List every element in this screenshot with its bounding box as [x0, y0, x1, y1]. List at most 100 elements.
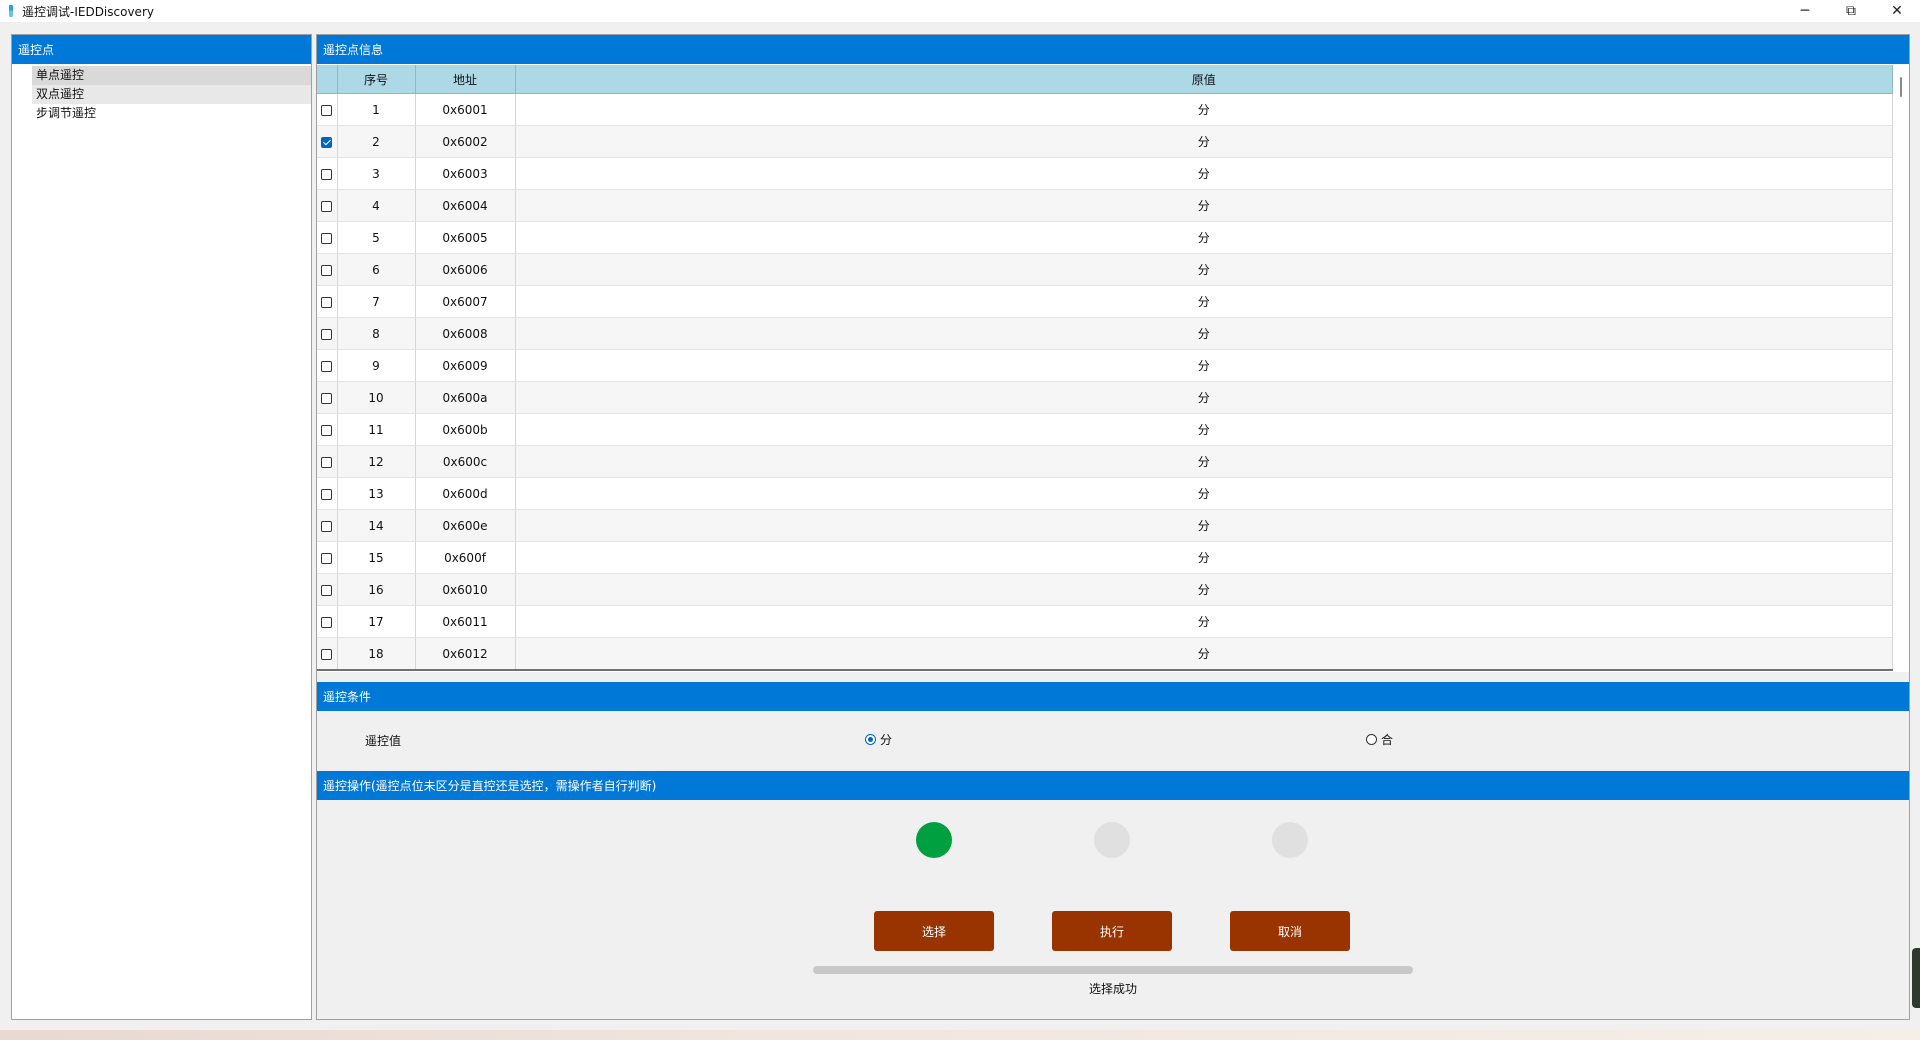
row-checkbox[interactable] [321, 200, 333, 212]
table-row[interactable]: 3 0x6003 分 [317, 157, 1893, 190]
point-table: 序号 地址 原值 1 0x6001 分 2 0x6002 分 3 0x6003 分 4 0x6004… [317, 65, 1893, 672]
row-checkbox[interactable] [321, 296, 333, 308]
condition-header: 遥控条件 [317, 682, 1909, 711]
tree-item-single-point[interactable]: 单点遥控 [32, 66, 311, 85]
radio-close-label: 合 [1381, 733, 1394, 747]
row-checkbox-cell[interactable] [317, 349, 338, 382]
row-value: 分 [515, 477, 1893, 510]
tree-item-double-point[interactable]: 双点遥控 [32, 85, 311, 104]
window-title: 遥控调试-IEDDiscovery [22, 4, 154, 19]
row-checkbox-cell[interactable] [317, 573, 338, 606]
row-checkbox-cell[interactable] [317, 541, 338, 574]
row-checkbox[interactable] [321, 648, 333, 660]
point-table-container[interactable]: 序号 地址 原值 1 0x6001 分 2 0x6002 分 3 0x6003 分 4 0x6004… [317, 65, 1893, 671]
row-checkbox[interactable] [321, 424, 333, 436]
row-value: 分 [515, 93, 1893, 126]
row-address: 0x600e [415, 509, 516, 542]
table-row[interactable]: 6 0x6006 分 [317, 253, 1893, 286]
row-checkbox-cell[interactable] [317, 605, 338, 638]
table-row[interactable]: 5 0x6005 分 [317, 221, 1893, 254]
operation-header: 遥控操作(遥控点位未区分是直控还是选控，需操作者自行判断) [317, 771, 1909, 800]
radio-close-dot[interactable] [1366, 734, 1377, 745]
col-header-value[interactable]: 原值 [515, 65, 1893, 94]
tree-item-step-adjust[interactable]: 步调节遥控 [32, 104, 311, 123]
row-checkbox[interactable] [321, 104, 333, 116]
edge-handle[interactable] [1912, 948, 1920, 1008]
table-row[interactable]: 18 0x6012 分 [317, 637, 1893, 669]
row-checkbox-cell[interactable] [317, 253, 338, 286]
table-row[interactable]: 15 0x600f 分 [317, 541, 1893, 574]
row-checkbox[interactable] [321, 232, 333, 244]
table-row[interactable]: 7 0x6007 分 [317, 285, 1893, 318]
minimize-button[interactable]: ─ [1782, 0, 1828, 22]
row-checkbox-cell[interactable] [317, 413, 338, 446]
table-row[interactable]: 10 0x600a 分 [317, 381, 1893, 414]
row-value: 分 [515, 253, 1893, 286]
table-row[interactable]: 13 0x600d 分 [317, 477, 1893, 510]
col-header-seq[interactable]: 序号 [337, 65, 416, 94]
row-checkbox-cell[interactable] [317, 125, 338, 158]
table-header-row: 序号 地址 原值 [317, 65, 1893, 94]
execute-status-lamp [1094, 822, 1130, 858]
table-row[interactable]: 4 0x6004 分 [317, 189, 1893, 222]
app-window: 遥控调试-IEDDiscovery ─ ⧉ ✕ 遥控点 单点遥控 双点遥控 步调… [0, 0, 1920, 1040]
cancel-button[interactable]: 取消 [1230, 911, 1350, 951]
radio-close[interactable]: 合 [1366, 731, 1393, 748]
row-checkbox-cell[interactable] [317, 381, 338, 414]
remote-value-label: 遥控值 [365, 734, 402, 748]
row-checkbox-cell[interactable] [317, 509, 338, 542]
row-checkbox-cell[interactable] [317, 670, 337, 672]
remote-point-panel: 遥控点 单点遥控 双点遥控 步调节遥控 [11, 34, 312, 1020]
select-button[interactable]: 选择 [874, 911, 994, 951]
row-checkbox[interactable] [321, 328, 333, 340]
table-row[interactable]: 11 0x600b 分 [317, 413, 1893, 446]
row-seq: 10 [337, 381, 416, 414]
table-row[interactable]: 8 0x6008 分 [317, 317, 1893, 350]
row-address: 0x6005 [415, 221, 516, 254]
row-checkbox[interactable] [321, 584, 333, 596]
row-checkbox-cell[interactable] [317, 93, 338, 126]
table-row[interactable]: 9 0x6009 分 [317, 349, 1893, 382]
radio-open[interactable]: 分 [865, 731, 892, 748]
table-vertical-scrollbar[interactable] [1893, 65, 1909, 671]
row-checkbox[interactable] [321, 360, 333, 372]
row-checkbox-cell[interactable] [317, 477, 338, 510]
radio-open-dot[interactable] [865, 734, 876, 745]
row-checkbox[interactable] [321, 456, 333, 468]
table-row[interactable]: 2 0x6002 分 [317, 125, 1893, 158]
execute-button[interactable]: 执行 [1052, 911, 1172, 951]
row-checkbox[interactable] [321, 616, 333, 628]
row-checkbox-cell[interactable] [317, 221, 338, 254]
maximize-button[interactable]: ⧉ [1828, 0, 1874, 22]
row-seq: 9 [337, 349, 416, 382]
row-checkbox[interactable] [321, 392, 333, 404]
row-checkbox[interactable] [321, 168, 333, 180]
right-area: 遥控点信息 序号 地址 原值 1 0x6001 分 2 0x6002 分 3 0x [316, 34, 1910, 1020]
scrollbar-thumb[interactable] [1900, 77, 1902, 97]
col-header-address[interactable]: 地址 [415, 65, 516, 94]
table-row[interactable]: 16 0x6010 分 [317, 573, 1893, 606]
row-checkbox-cell[interactable] [317, 285, 338, 318]
table-row[interactable]: 17 0x6011 分 [317, 605, 1893, 638]
row-checkbox-cell[interactable] [317, 157, 338, 190]
row-checkbox-cell[interactable] [317, 445, 338, 478]
row-value: 分 [515, 670, 1893, 672]
row-checkbox[interactable] [321, 264, 333, 276]
row-value: 分 [515, 317, 1893, 350]
row-checkbox[interactable] [321, 488, 333, 500]
row-checkbox-cell[interactable] [317, 189, 338, 222]
row-seq: 6 [337, 253, 416, 286]
title-bar[interactable]: 遥控调试-IEDDiscovery ─ ⧉ ✕ [0, 0, 1920, 22]
close-button[interactable]: ✕ [1874, 0, 1920, 22]
row-checkbox[interactable] [321, 136, 333, 148]
table-row[interactable]: 12 0x600c 分 [317, 445, 1893, 478]
table-row[interactable]: 190x6013分 [317, 670, 1893, 672]
row-checkbox-cell[interactable] [317, 637, 338, 669]
row-checkbox[interactable] [321, 520, 333, 532]
row-value: 分 [515, 285, 1893, 318]
table-row[interactable]: 14 0x600e 分 [317, 509, 1893, 542]
row-seq: 12 [337, 445, 416, 478]
row-checkbox[interactable] [321, 552, 333, 564]
table-row[interactable]: 1 0x6001 分 [317, 93, 1893, 126]
row-checkbox-cell[interactable] [317, 317, 338, 350]
